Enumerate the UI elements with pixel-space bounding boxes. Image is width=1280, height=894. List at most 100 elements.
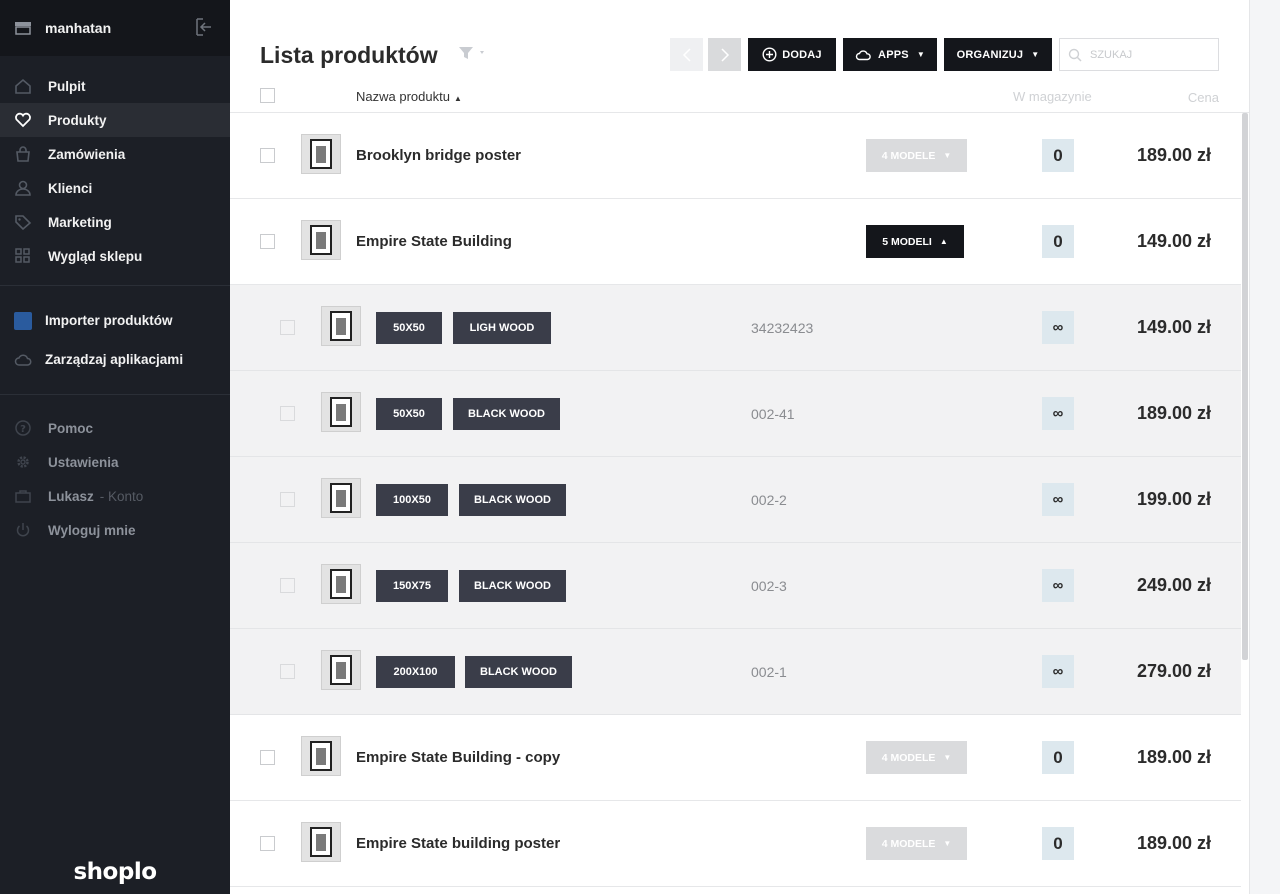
table-row[interactable]: Empire State Building - copy 4 MODELE ▼ 0… [230,715,1241,801]
variant-thumbnail [321,564,361,604]
stock-badge: ∞ [1042,483,1074,516]
stock-badge: ∞ [1042,569,1074,602]
store-name[interactable]: manhatan [45,20,111,36]
nav-label: Ustawienia [48,454,119,470]
nav-item-wyglad-sklepu[interactable]: Wygląd sklepu [0,239,230,273]
store-icon [14,21,32,35]
nav-item-pomoc[interactable]: ? Pomoc [0,411,230,445]
stock-badge: 0 [1042,741,1074,774]
main-content: Lista produktów DODAJ APPS ▼ ORGANIZUJ ▼… [230,0,1249,894]
col-stock-header[interactable]: W magazynie [1013,89,1092,104]
variant-size-tag: 200X100 [376,656,455,688]
row-checkbox[interactable] [260,234,275,249]
variant-row[interactable]: 50X50 BLACK WOOD 002-41 ∞ 189.00 zł [230,371,1241,457]
caret-down-icon: ▼ [943,753,952,762]
variant-size-tag: 100X50 [376,484,448,516]
stock-badge: 0 [1042,827,1074,860]
models-label: 4 MODELE [881,837,936,850]
table-row[interactable]: Empire State Building 5 MODELI ▲ 0 149.00… [230,199,1241,285]
models-toggle-button[interactable]: 4 MODELE ▼ [866,827,967,860]
apps-dropdown-button[interactable]: APPS ▼ [843,38,937,71]
variant-sku: 002-1 [751,664,787,680]
variant-row[interactable]: 50X50 LIGH WOOD 34232423 ∞ 149.00 zł [230,285,1241,371]
variant-thumbnail [321,650,361,690]
variant-row[interactable]: 100X50 BLACK WOOD 002-2 ∞ 199.00 zł [230,457,1241,543]
variant-checkbox[interactable] [280,664,295,679]
models-label: 4 MODELE [881,751,936,764]
organize-dropdown-button[interactable]: ORGANIZUJ ▼ [944,38,1052,71]
caret-down-icon: ▼ [943,151,952,160]
select-all-checkbox[interactable] [260,88,275,103]
add-product-button[interactable]: DODAJ [748,38,836,71]
sort-by-name-header[interactable]: Nazwa produktu ▲ [356,89,462,104]
models-toggle-button[interactable]: 4 MODELE ▼ [866,741,967,774]
nav-item-logout[interactable]: Wyloguj mnie [0,513,230,547]
briefcase-icon [14,487,32,505]
prev-page-button[interactable] [670,38,703,71]
table-row[interactable]: Brooklyn bridge poster 4 MODELE ▼ 0 189.0… [230,113,1241,199]
organize-label: ORGANIZUJ [956,48,1024,61]
product-name[interactable]: Empire State Building [356,233,512,250]
variant-checkbox[interactable] [280,492,295,507]
models-toggle-button[interactable]: 5 MODELI ▲ [866,225,964,258]
heart-icon [14,111,32,129]
variant-finish-tag: LIGH WOOD [453,312,551,344]
caret-down-icon: ▼ [1031,50,1040,59]
variant-size-tag: 50X50 [376,398,442,430]
cloud-icon [855,49,871,60]
product-name[interactable]: Empire State Building - copy [356,749,560,766]
scrollbar-thumb[interactable] [1242,113,1248,660]
row-checkbox[interactable] [260,836,275,851]
row-checkbox[interactable] [260,750,275,765]
variant-row[interactable]: 200X100 BLACK WOOD 002-1 ∞ 279.00 zł [230,629,1241,715]
product-name[interactable]: Brooklyn bridge poster [356,147,521,164]
variant-finish-tag: BLACK WOOD [465,656,572,688]
nav-item-pulpit[interactable]: Pulpit [0,69,230,103]
nav-item-account[interactable]: Lukasz - Konto [0,479,230,513]
search-input[interactable] [1090,48,1210,61]
product-name[interactable]: Empire State building poster [356,835,560,852]
filter-icon[interactable] [458,46,488,60]
col-name-label: Nazwa produktu [356,89,450,104]
nav-item-manage-apps[interactable]: Zarządzaj aplikacjami [0,340,230,379]
variant-row[interactable]: 150X75 BLACK WOOD 002-3 ∞ 249.00 zł [230,543,1241,629]
main-nav: Pulpit Produkty Zamówienia Klienci Marke… [0,56,230,286]
stock-badge: ∞ [1042,655,1074,688]
variant-price: 149.00 zł [1136,317,1211,337]
next-page-button[interactable] [708,38,741,71]
row-checkbox[interactable] [260,148,275,163]
nav-label: Klienci [48,180,93,196]
variant-checkbox[interactable] [280,578,295,593]
product-thumbnail [301,736,341,776]
variant-price: 199.00 zł [1136,489,1211,509]
nav-label: Wygląd sklepu [48,248,143,264]
variant-checkbox[interactable] [280,406,295,421]
stock-badge: 0 [1042,139,1074,172]
caret-down-icon: ▼ [943,839,952,848]
orders-icon [14,145,32,163]
nav-label: Pomoc [48,420,94,436]
nav-label: Zamówienia [48,146,126,162]
user-icon [14,179,32,197]
product-price: 189.00 zł [1136,145,1211,165]
nav-item-produkty[interactable]: Produkty [0,103,230,137]
nav-item-importer[interactable]: Importer produktów [0,301,230,340]
stock-badge: ∞ [1042,397,1074,430]
collapse-sidebar-icon[interactable] [194,17,214,37]
nav-item-ustawienia[interactable]: Ustawienia [0,445,230,479]
product-price: 189.00 zł [1136,833,1211,853]
store-bar: manhatan [0,0,230,56]
variant-thumbnail [321,392,361,432]
account-label: - Konto [99,488,144,504]
nav-item-zamowienia[interactable]: Zamówienia [0,137,230,171]
nav-item-klienci[interactable]: Klienci [0,171,230,205]
variant-checkbox[interactable] [280,320,295,335]
nav-item-marketing[interactable]: Marketing [0,205,230,239]
variant-size-tag: 50X50 [376,312,442,344]
cloud-icon [14,351,32,369]
variant-thumbnail [321,306,361,346]
table-row[interactable]: Empire State building poster 4 MODELE ▼ 0… [230,801,1241,887]
system-nav: ? Pomoc Ustawienia Lukasz - Konto Wylogu… [0,395,230,559]
models-toggle-button[interactable]: 4 MODELE ▼ [866,139,967,172]
col-price-header[interactable]: Cena [1188,90,1219,105]
